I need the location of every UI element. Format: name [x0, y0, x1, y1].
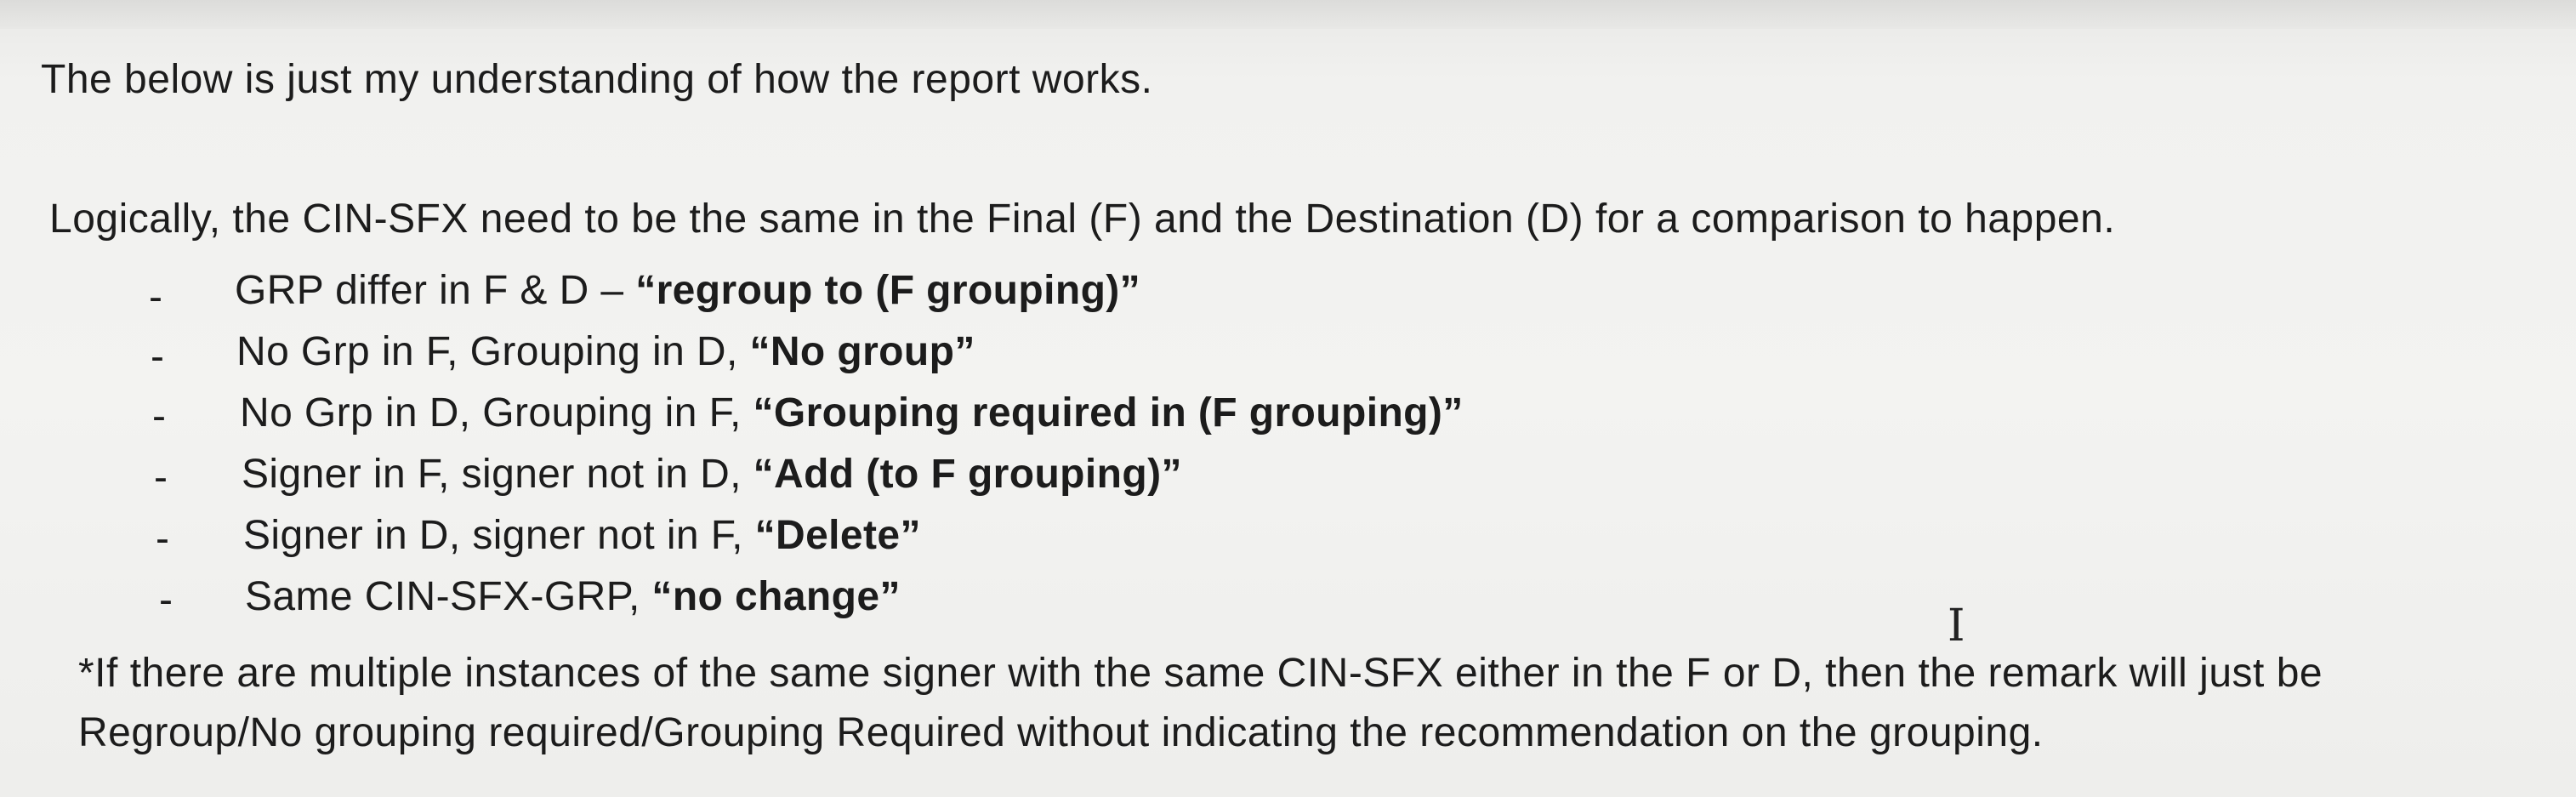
- list-item-remark: “no change”: [651, 574, 901, 619]
- text-cursor-icon: I: [1948, 601, 1965, 652]
- list-item-plain: No Grp in D, Grouping in F,: [240, 390, 753, 436]
- intro-paragraph: The below is just my understanding of ho…: [41, 57, 1153, 102]
- list-item-remark: “regroup to (F grouping)”: [635, 268, 1141, 313]
- list-item-plain: Signer in F, signer not in D,: [242, 452, 753, 497]
- dash-marker: -: [154, 455, 168, 500]
- footnote-line-1: *If there are multiple instances of the …: [78, 651, 2323, 696]
- dash-marker: -: [159, 578, 173, 623]
- dash-marker: -: [156, 516, 169, 561]
- logic-paragraph: Logically, the CIN-SFX need to be the sa…: [49, 196, 2116, 242]
- list-item-text: Same CIN-SFX-GRP, “no change”: [245, 572, 901, 623]
- footnote-line-2: Regroup/No grouping required/Grouping Re…: [78, 710, 2044, 755]
- document-body: The below is just my understanding of ho…: [0, 0, 2576, 797]
- list-item-plain: Signer in D, signer not in F,: [243, 513, 755, 558]
- list-item-plain: GRP differ in F & D –: [235, 268, 636, 313]
- list-item-text: No Grp in F, Grouping in D, “No group”: [236, 327, 975, 378]
- list-item-plain: Same CIN-SFX-GRP,: [245, 574, 652, 619]
- list-item-text: Signer in F, signer not in D, “Add (to F…: [242, 449, 1182, 500]
- list-item-text: Signer in D, signer not in F, “Delete”: [243, 510, 921, 561]
- list-item-text: GRP differ in F & D – “regroup to (F gro…: [235, 265, 1140, 316]
- list-item-text: No Grp in D, Grouping in F, “Grouping re…: [240, 388, 1464, 439]
- list-item-remark: “Delete”: [754, 513, 921, 558]
- list-item-remark: “No group”: [749, 329, 975, 374]
- dash-marker: -: [151, 334, 164, 379]
- dash-marker: -: [152, 394, 166, 439]
- dash-marker: -: [149, 275, 162, 320]
- list-item-remark: “Add (to F grouping)”: [753, 452, 1182, 497]
- list-item-plain: No Grp in F, Grouping in D,: [236, 329, 750, 374]
- list-item-remark: “Grouping required in (F grouping)”: [753, 390, 1464, 436]
